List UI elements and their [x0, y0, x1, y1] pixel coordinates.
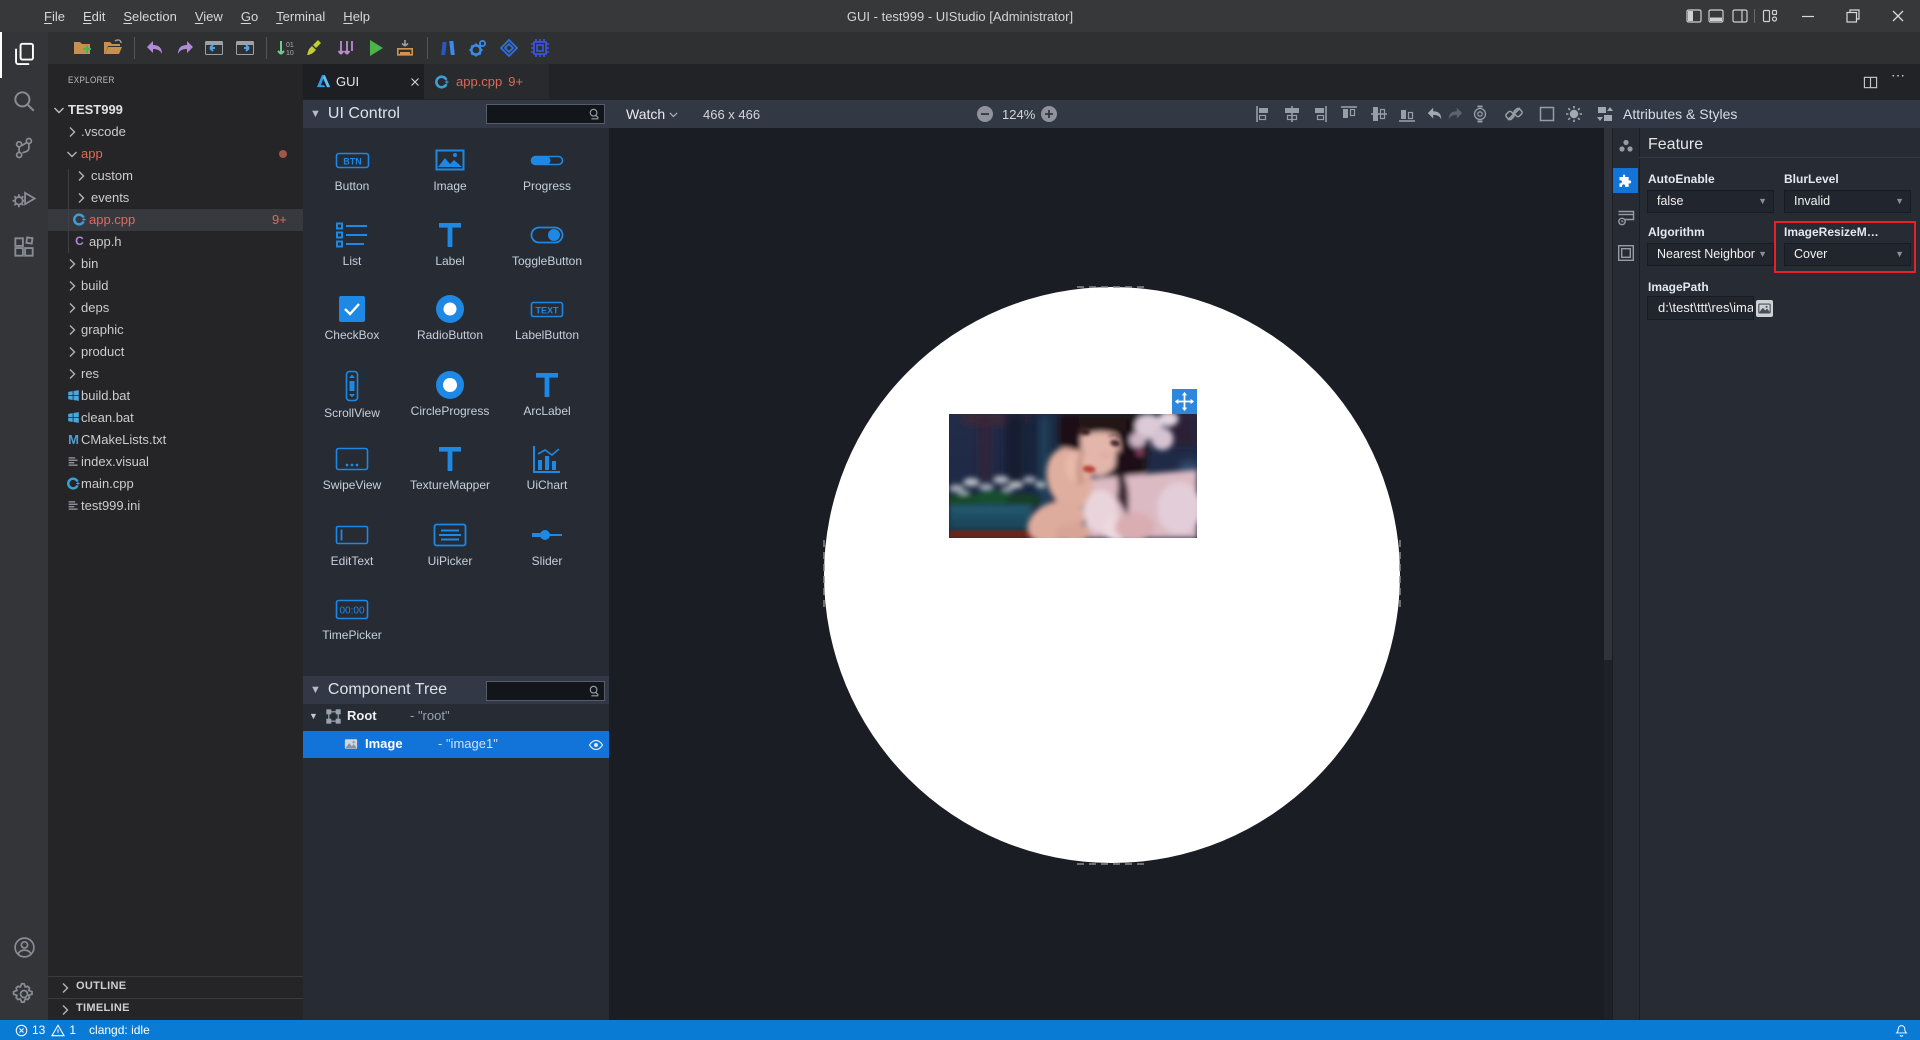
svg-text:01: 01 — [286, 42, 294, 49]
svg-text:TEXT: TEXT — [535, 306, 559, 316]
svg-text:10: 10 — [286, 50, 294, 57]
svg-text:BTN: BTN — [343, 157, 362, 167]
svg-text:00:00: 00:00 — [339, 606, 364, 617]
